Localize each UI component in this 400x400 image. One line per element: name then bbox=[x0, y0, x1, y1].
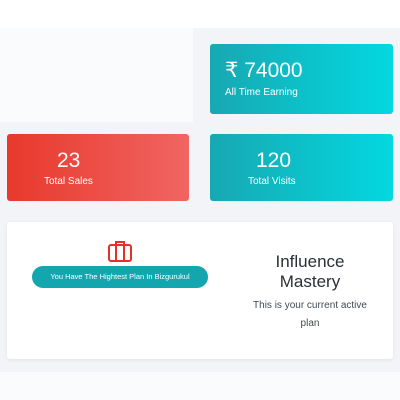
visits-label: Total Visits bbox=[248, 176, 296, 187]
earning-value: ₹ 74000 bbox=[225, 60, 303, 81]
sales-card: 23 Total Sales bbox=[7, 134, 189, 201]
top-strip bbox=[0, 0, 400, 28]
plan-title: Influence Mastery bbox=[275, 252, 345, 291]
blank-card bbox=[0, 28, 193, 122]
plan-subtitle: This is your current active plan bbox=[253, 300, 367, 329]
currency-symbol: ₹ bbox=[225, 59, 239, 82]
earning-label: All Time Earning bbox=[225, 87, 298, 98]
briefcase-icon bbox=[108, 241, 132, 262]
bottom-strip bbox=[0, 372, 400, 400]
dashboard: ₹ 74000 All Time Earning 23 Total Sales … bbox=[0, 0, 400, 400]
sales-value: 23 bbox=[57, 149, 81, 172]
visits-card: 120 Total Visits bbox=[210, 134, 393, 201]
sales-label: Total Sales bbox=[44, 176, 93, 187]
earning-amount: 74000 bbox=[244, 59, 303, 82]
visits-value: 120 bbox=[256, 149, 292, 172]
plan-badge: You Have The Hightest Plan In Bizgurukul bbox=[32, 266, 208, 288]
plan-card: You Have The Hightest Plan In Bizgurukul… bbox=[7, 222, 393, 359]
earning-card: ₹ 74000 All Time Earning bbox=[210, 44, 393, 114]
